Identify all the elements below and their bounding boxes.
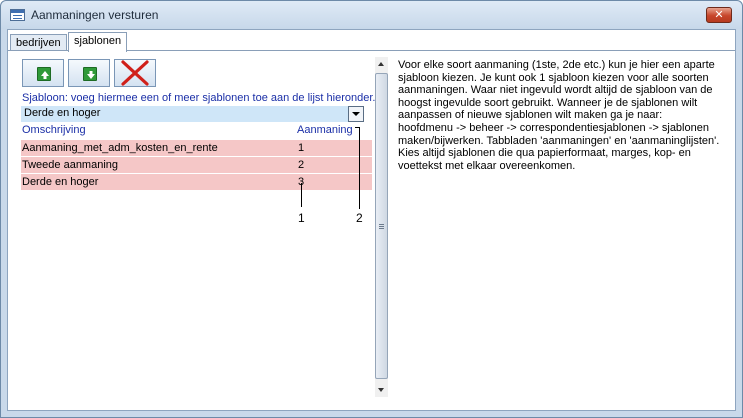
vertical-scrollbar[interactable] [375,57,388,397]
move-down-button[interactable] [68,59,110,87]
move-up-button[interactable] [22,59,64,87]
grip-icon [379,224,384,225]
annotation-line-2 [359,127,360,209]
title-bar[interactable]: Aanmaningen versturen ✕ [1,1,742,29]
column-header-aanmaning: Aanmaning [297,124,353,136]
table-row[interactable]: Derde en hoger 3 [21,174,372,190]
annotation-label-2: 2 [356,211,363,225]
table-row[interactable]: Tweede aanmaning 2 [21,157,372,173]
row-name: Aanmaning_met_adm_kosten_en_rente [22,142,218,154]
form-client-area: bedrijven sjablonen Sjabloon: voeg hierm… [7,29,736,411]
table-row[interactable]: Aanmaning_met_adm_kosten_en_rente 1 [21,140,372,156]
hint-text: Sjabloon: voeg hiermee een of meer sjabl… [22,92,376,104]
tab-sjablonen[interactable]: sjablonen [68,32,128,52]
form-icon [10,9,25,21]
arrow-up-icon [37,67,51,81]
scroll-up-icon[interactable] [378,62,384,66]
row-level: 2 [298,159,305,171]
scroll-thumb[interactable] [375,73,388,379]
scroll-down-icon[interactable] [378,388,384,392]
row-name: Tweede aanmaning [22,159,119,171]
arrow-down-icon [83,67,97,81]
annotation-line-1 [301,183,302,207]
chevron-down-icon [352,112,360,116]
row-name: Derde en hoger [22,176,99,188]
red-x-delete-icon [121,60,149,86]
info-text: Voor elke soort aanmaning (1ste, 2de etc… [398,59,720,172]
row-level: 1 [298,142,305,154]
combo-dropdown-button[interactable] [348,106,364,122]
annotation-label-1: 1 [298,211,305,225]
column-header-omschrijving: Omschrijving [22,124,86,136]
delete-button[interactable] [114,59,156,87]
window-title: Aanmaningen versturen [31,8,159,22]
tab-bedrijven[interactable]: bedrijven [10,34,67,51]
sjablonen-panel: Sjabloon: voeg hiermee een of meer sjabl… [9,51,734,410]
sjabloon-combo[interactable]: Derde en hoger [21,106,364,122]
close-button[interactable]: ✕ [706,7,732,23]
app-window: Aanmaningen versturen ✕ bedrijven sjablo… [0,0,743,418]
